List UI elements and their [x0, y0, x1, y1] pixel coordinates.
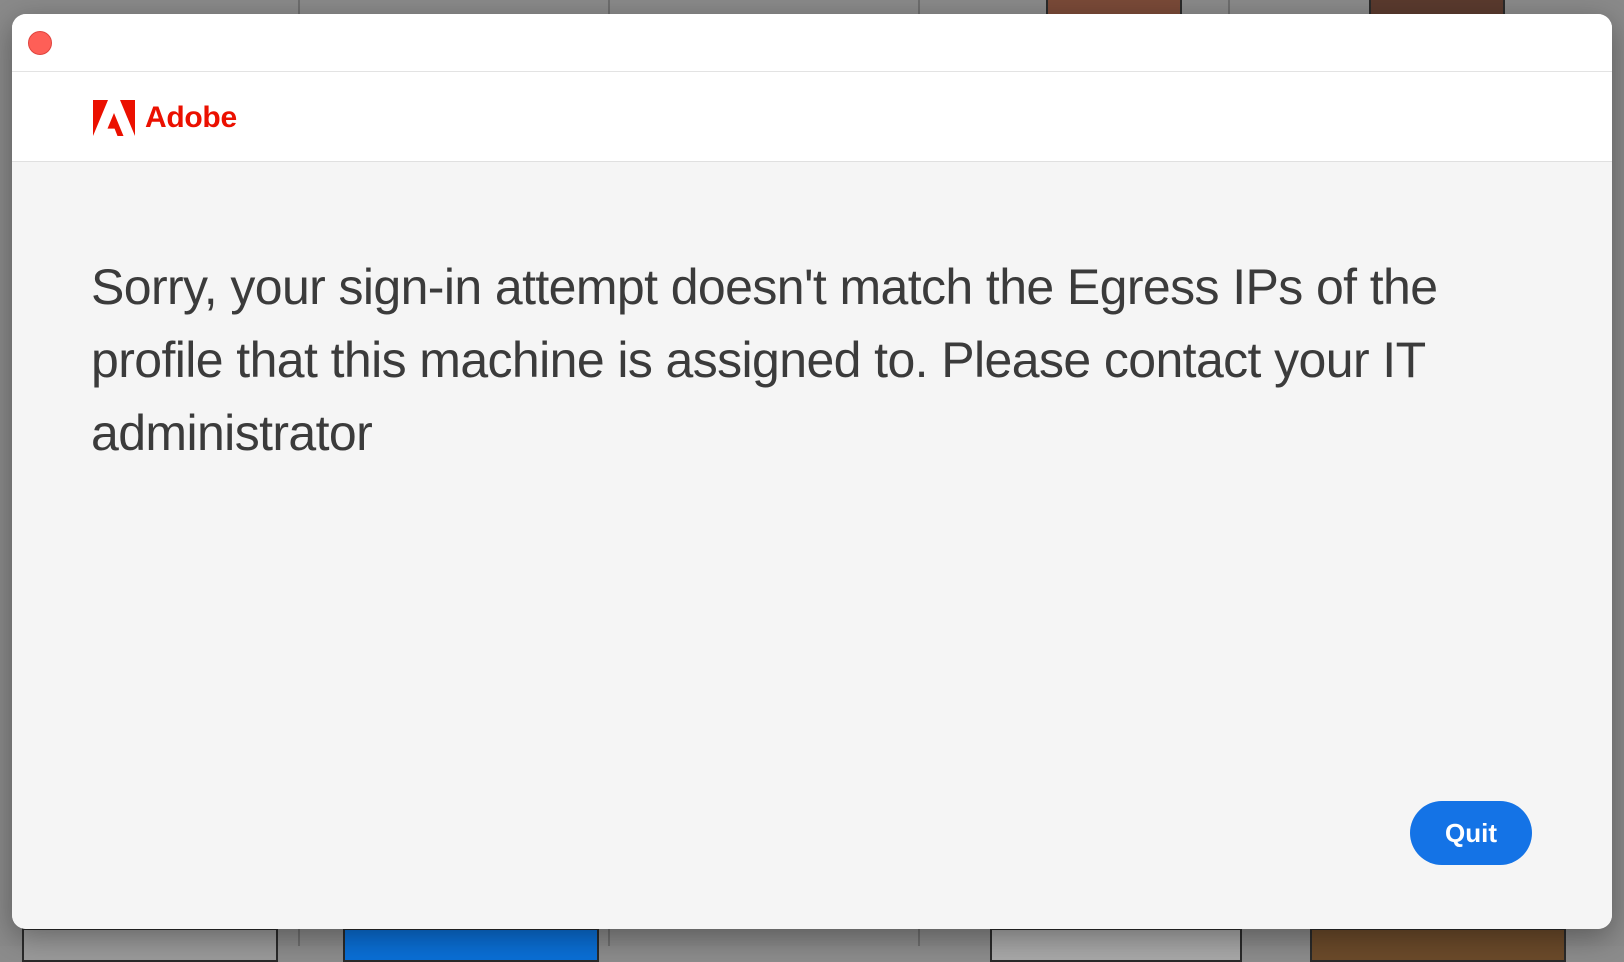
error-message: Sorry, your sign-in attempt doesn't matc…	[91, 259, 1438, 461]
background-thumbnail	[1310, 928, 1566, 962]
adobe-logo-icon	[93, 100, 135, 136]
close-icon[interactable]	[28, 31, 52, 55]
adobe-brand: Adobe	[93, 100, 237, 136]
brand-name: Adobe	[145, 101, 237, 134]
quit-button[interactable]: Quit	[1410, 801, 1532, 865]
dialog-content: Sorry, your sign-in attempt doesn't matc…	[12, 162, 1612, 929]
background-thumbnail	[990, 928, 1242, 962]
background-thumbnail	[22, 928, 278, 962]
brand-header: Adobe	[12, 72, 1612, 162]
adobe-signin-error-dialog: Adobe Sorry, your sign-in attempt doesn'…	[12, 14, 1612, 929]
title-bar	[12, 14, 1612, 72]
background-thumbnail	[343, 928, 599, 962]
